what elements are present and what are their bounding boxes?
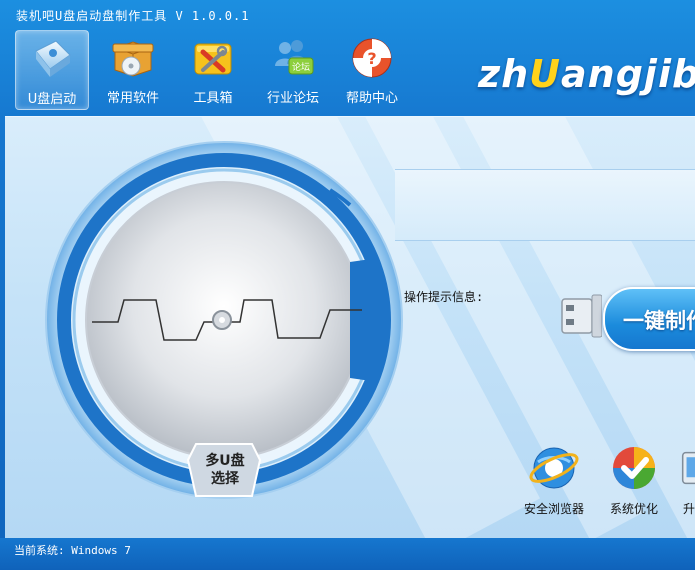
one-key-make-button[interactable]: 一键制作 (603, 287, 695, 351)
upgrade-app[interactable]: 升级 (675, 442, 695, 517)
usb-plug-icon (561, 294, 602, 338)
safe-browser-app[interactable]: 安全浏览器 (521, 442, 587, 517)
system-optimize-icon (613, 447, 655, 489)
browser-icon (529, 447, 579, 489)
app-window: 装机吧U盘启动盘制作工具 V 1.0.0.1 U盘启动 常用软件 工具箱 论坛 … (0, 0, 695, 570)
status-bar: 当前系统: Windows 7 (0, 538, 695, 570)
upgrade-icon (681, 451, 695, 485)
current-system-text: 当前系统: Windows 7 (14, 544, 131, 557)
multi-usb-select-button[interactable]: 多U盘 选择 (190, 452, 260, 488)
system-optimize-app[interactable]: 系统优化 (601, 442, 667, 517)
usb-disk-dial (45, 141, 403, 499)
